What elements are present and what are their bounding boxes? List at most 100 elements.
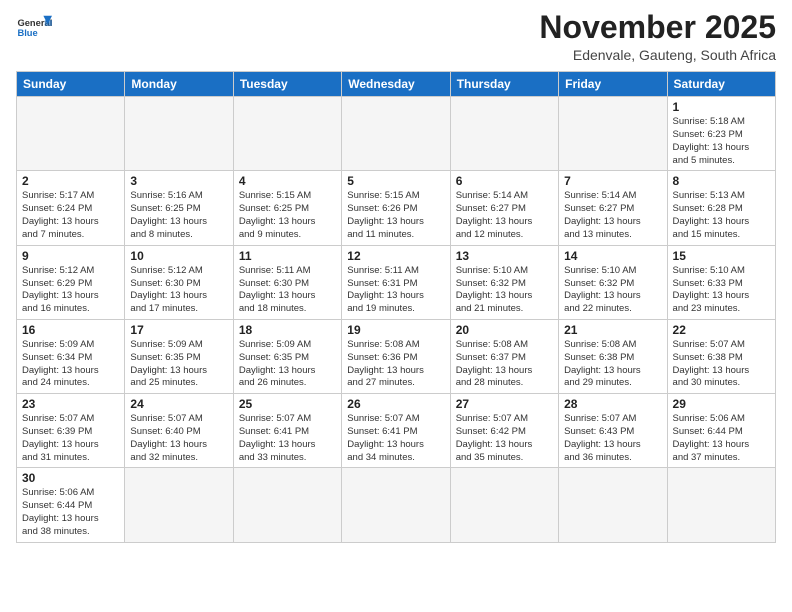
calendar-cell [559,97,667,171]
header-area: General Blue November 2025 Edenvale, Gau… [16,10,776,63]
day-info: Sunrise: 5:13 AMSunset: 6:28 PMDaylight:… [673,190,770,241]
day-number: 22 [673,323,770,337]
calendar-cell [233,97,341,171]
day-info: Sunrise: 5:07 AMSunset: 6:40 PMDaylight:… [130,413,227,464]
calendar-cell: 14 Sunrise: 5:10 AMSunset: 6:32 PMDayligh… [559,245,667,319]
day-number: 4 [239,174,336,188]
day-number: 2 [22,174,119,188]
calendar-cell: 24 Sunrise: 5:07 AMSunset: 6:40 PMDayligh… [125,394,233,468]
day-info: Sunrise: 5:11 AMSunset: 6:30 PMDaylight:… [239,265,336,316]
calendar-cell: 6Sunrise: 5:14 AMSunset: 6:27 PMDaylight… [450,171,558,245]
calendar-cell: 2 Sunrise: 5:17 AMSunset: 6:24 PMDaylight… [17,171,125,245]
day-number: 12 [347,249,444,263]
day-info: Sunrise: 5:15 AMSunset: 6:25 PMDaylight:… [239,190,336,241]
calendar-cell: 27Sunrise: 5:07 AMSunset: 6:42 PMDayligh… [450,394,558,468]
weekday-header-tuesday: Tuesday [233,72,341,97]
weekday-header-friday: Friday [559,72,667,97]
day-number: 13 [456,249,553,263]
calendar-cell: 17 Sunrise: 5:09 AMSunset: 6:35 PMDayligh… [125,319,233,393]
day-info: Sunrise: 5:09 AMSunset: 6:35 PMDaylight:… [239,339,336,390]
day-number: 30 [22,471,119,485]
day-number: 10 [130,249,227,263]
day-number: 8 [673,174,770,188]
day-info: Sunrise: 5:06 AMSunset: 6:44 PMDaylight:… [22,487,119,538]
calendar-cell: 23 Sunrise: 5:07 AMSunset: 6:39 PMDayligh… [17,394,125,468]
day-number: 14 [564,249,661,263]
weekday-header-monday: Monday [125,72,233,97]
day-info: Sunrise: 5:11 AMSunset: 6:31 PMDaylight:… [347,265,444,316]
logo-icon: General Blue [16,10,52,46]
day-number: 21 [564,323,661,337]
day-info: Sunrise: 5:16 AMSunset: 6:25 PMDaylight:… [130,190,227,241]
day-number: 17 [130,323,227,337]
day-info: Sunrise: 5:14 AMSunset: 6:27 PMDaylight:… [564,190,661,241]
calendar-cell: 20Sunrise: 5:08 AMSunset: 6:37 PMDayligh… [450,319,558,393]
calendar-cell: 9 Sunrise: 5:12 AMSunset: 6:29 PMDaylight… [17,245,125,319]
day-info: Sunrise: 5:10 AMSunset: 6:32 PMDaylight:… [456,265,553,316]
calendar-cell: 13 Sunrise: 5:10 AMSunset: 6:32 PMDayligh… [450,245,558,319]
day-info: Sunrise: 5:07 AMSunset: 6:41 PMDaylight:… [347,413,444,464]
day-info: Sunrise: 5:09 AMSunset: 6:35 PMDaylight:… [130,339,227,390]
calendar-cell: 4 Sunrise: 5:15 AMSunset: 6:25 PMDaylight… [233,171,341,245]
weekday-header-sunday: Sunday [17,72,125,97]
day-number: 5 [347,174,444,188]
calendar-cell: 16Sunrise: 5:09 AMSunset: 6:34 PMDayligh… [17,319,125,393]
day-number: 19 [347,323,444,337]
calendar-week-2: 2 Sunrise: 5:17 AMSunset: 6:24 PMDaylight… [17,171,776,245]
calendar-cell: 25Sunrise: 5:07 AMSunset: 6:41 PMDayligh… [233,394,341,468]
calendar-cell: 10Sunrise: 5:12 AMSunset: 6:30 PMDayligh… [125,245,233,319]
day-info: Sunrise: 5:17 AMSunset: 6:24 PMDaylight:… [22,190,119,241]
day-number: 24 [130,397,227,411]
day-info: Sunrise: 5:06 AMSunset: 6:44 PMDaylight:… [673,413,770,464]
logo: General Blue [16,10,52,46]
calendar-cell: 29Sunrise: 5:06 AMSunset: 6:44 PMDayligh… [667,394,775,468]
month-title: November 2025 [539,10,776,45]
svg-text:Blue: Blue [17,28,37,38]
day-info: Sunrise: 5:08 AMSunset: 6:37 PMDaylight:… [456,339,553,390]
calendar-week-1: 1 Sunrise: 5:18 AMSunset: 6:23 PMDaylight… [17,97,776,171]
day-number: 16 [22,323,119,337]
day-number: 25 [239,397,336,411]
calendar-week-3: 9 Sunrise: 5:12 AMSunset: 6:29 PMDaylight… [17,245,776,319]
calendar-cell: 21Sunrise: 5:08 AMSunset: 6:38 PMDayligh… [559,319,667,393]
weekday-header-saturday: Saturday [667,72,775,97]
calendar-cell [667,468,775,542]
day-number: 7 [564,174,661,188]
calendar-cell: 11 Sunrise: 5:11 AMSunset: 6:30 PMDayligh… [233,245,341,319]
calendar-cell: 1 Sunrise: 5:18 AMSunset: 6:23 PMDaylight… [667,97,775,171]
calendar-cell: 30 Sunrise: 5:06 AMSunset: 6:44 PMDayligh… [17,468,125,542]
calendar-cell: 22Sunrise: 5:07 AMSunset: 6:38 PMDayligh… [667,319,775,393]
day-number: 9 [22,249,119,263]
calendar-cell: 28Sunrise: 5:07 AMSunset: 6:43 PMDayligh… [559,394,667,468]
day-info: Sunrise: 5:15 AMSunset: 6:26 PMDaylight:… [347,190,444,241]
day-info: Sunrise: 5:10 AMSunset: 6:32 PMDaylight:… [564,265,661,316]
day-info: Sunrise: 5:08 AMSunset: 6:36 PMDaylight:… [347,339,444,390]
calendar-week-6: 30 Sunrise: 5:06 AMSunset: 6:44 PMDayligh… [17,468,776,542]
day-info: Sunrise: 5:14 AMSunset: 6:27 PMDaylight:… [456,190,553,241]
calendar-cell: 5 Sunrise: 5:15 AMSunset: 6:26 PMDaylight… [342,171,450,245]
day-number: 23 [22,397,119,411]
weekday-header-wednesday: Wednesday [342,72,450,97]
day-info: Sunrise: 5:07 AMSunset: 6:43 PMDaylight:… [564,413,661,464]
calendar-cell [125,97,233,171]
day-number: 27 [456,397,553,411]
day-info: Sunrise: 5:18 AMSunset: 6:23 PMDaylight:… [673,116,770,167]
calendar-cell: 3Sunrise: 5:16 AMSunset: 6:25 PMDaylight… [125,171,233,245]
title-area: November 2025 Edenvale, Gauteng, South A… [539,10,776,63]
day-number: 26 [347,397,444,411]
calendar-cell [17,97,125,171]
calendar: SundayMondayTuesdayWednesdayThursdayFrid… [16,71,776,543]
calendar-cell [125,468,233,542]
day-number: 11 [239,249,336,263]
day-info: Sunrise: 5:07 AMSunset: 6:39 PMDaylight:… [22,413,119,464]
day-info: Sunrise: 5:10 AMSunset: 6:33 PMDaylight:… [673,265,770,316]
calendar-cell: 7 Sunrise: 5:14 AMSunset: 6:27 PMDaylight… [559,171,667,245]
day-number: 1 [673,100,770,114]
calendar-cell [342,97,450,171]
calendar-cell: 19 Sunrise: 5:08 AMSunset: 6:36 PMDayligh… [342,319,450,393]
calendar-cell: 18Sunrise: 5:09 AMSunset: 6:35 PMDayligh… [233,319,341,393]
weekday-header-thursday: Thursday [450,72,558,97]
calendar-cell [233,468,341,542]
calendar-cell [342,468,450,542]
day-info: Sunrise: 5:12 AMSunset: 6:29 PMDaylight:… [22,265,119,316]
